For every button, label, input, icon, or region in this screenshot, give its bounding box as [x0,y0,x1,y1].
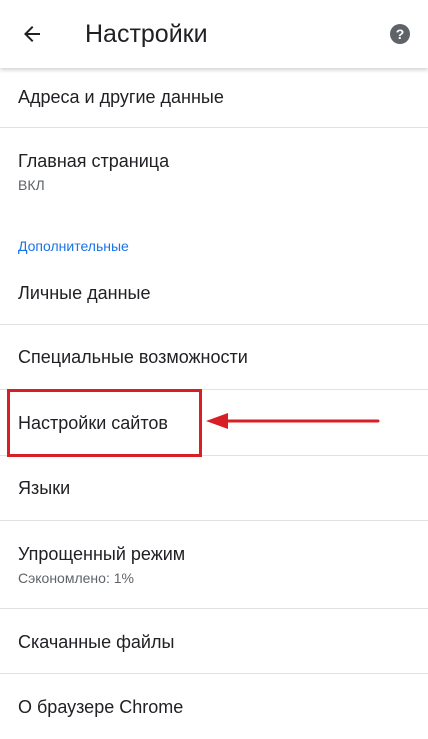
settings-item-label: Скачанные файлы [18,632,175,652]
settings-item-site-settings[interactable]: Настройки сайтов [0,390,428,455]
arrow-back-icon [24,26,40,42]
settings-item-label: Адреса и другие данные [18,87,224,107]
settings-item-subtitle: ВКЛ [18,177,45,193]
settings-item-lite-mode[interactable]: Упрощенный режим Сэкономлено: 1% [0,521,428,608]
help-button[interactable]: ? [384,18,416,50]
settings-item-homepage[interactable]: Главная страница ВКЛ [0,128,428,210]
settings-item-privacy[interactable]: Личные данные [0,262,428,324]
settings-item-label: Специальные возможности [18,347,248,367]
app-bar: Настройки ? [0,0,428,68]
settings-item-addresses[interactable]: Адреса и другие данные [0,68,428,128]
settings-item-downloads[interactable]: Скачанные файлы [0,609,428,673]
section-header-advanced: Дополнительные [18,238,129,254]
settings-item-label: Главная страница [18,151,170,171]
settings-screen: Настройки ? Адреса и другие данные Главн… [0,0,428,739]
settings-item-label: Личные данные [18,283,151,303]
settings-item-about-chrome[interactable]: О браузере Chrome [0,674,428,739]
page-title: Настройки [85,20,208,48]
settings-item-subtitle: Сэкономлено: 1% [18,570,134,586]
settings-item-languages[interactable]: Языки [0,456,428,520]
settings-item-accessibility[interactable]: Специальные возможности [0,325,428,389]
help-icon: ? [390,24,410,44]
back-button[interactable] [10,14,54,54]
settings-item-label: Упрощенный режим [18,544,186,564]
settings-item-label: Языки [18,478,71,498]
settings-item-label: О браузере Chrome [18,697,184,717]
settings-item-label: Настройки сайтов [18,413,168,433]
